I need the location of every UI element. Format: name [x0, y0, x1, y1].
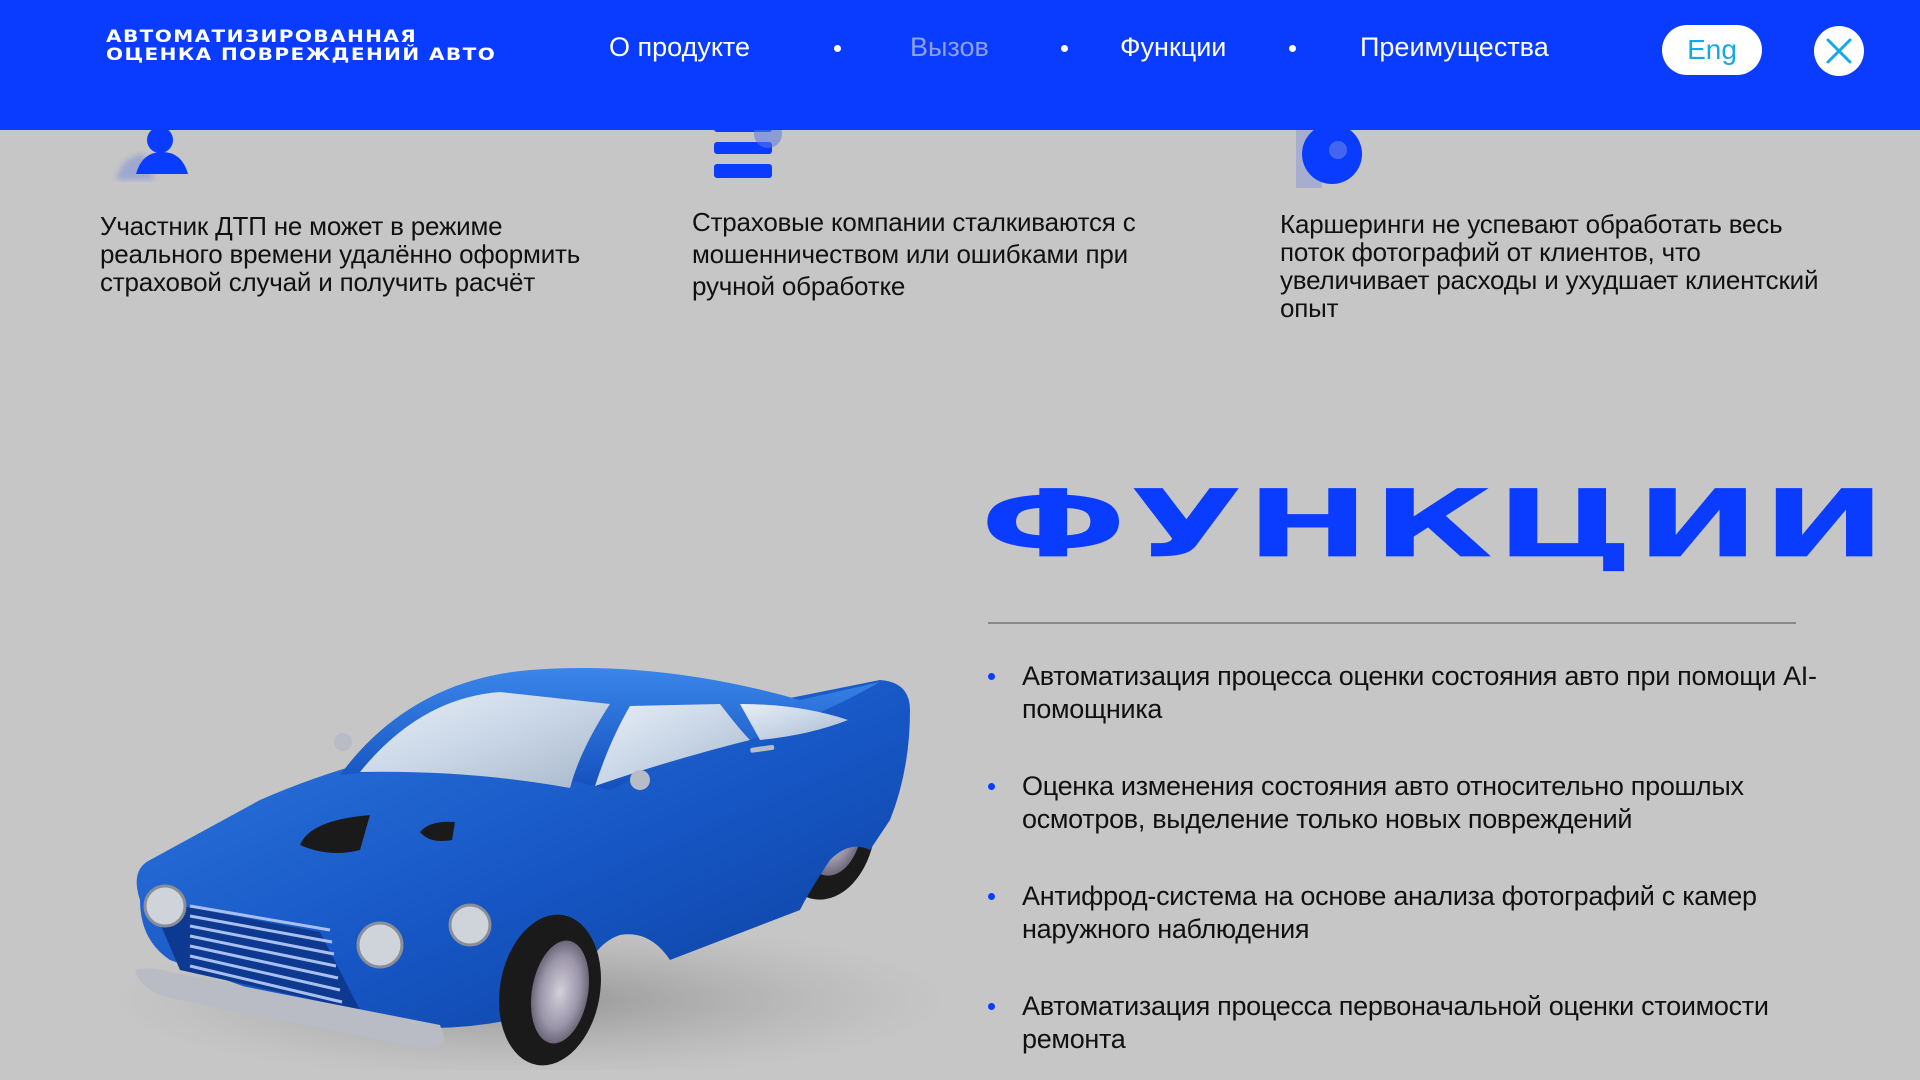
blue-car-illustration — [110, 668, 950, 1070]
bullet-icon — [988, 893, 995, 900]
nav-separator-dot — [1061, 45, 1068, 52]
list-item: Антифрод-система на основе анализа фотог… — [988, 880, 1848, 946]
list-item: Автоматизация процесса первоначальной оц… — [988, 990, 1848, 1056]
functions-heading: ФУНКЦИИ — [980, 469, 1889, 579]
function-text: Антифрод-система на основе анализа фотог… — [1022, 881, 1757, 944]
list-item: Оценка изменения состояния авто относите… — [988, 770, 1848, 836]
function-text: Автоматизация процесса оценки состояния … — [1022, 661, 1817, 724]
function-text: Оценка изменения состояния авто относите… — [1022, 771, 1744, 834]
brand-line-1: АВТОМАТИЗИРОВАННАЯ — [106, 27, 418, 47]
brand-line-2: ОЦЕНКА ПОВРЕЖДЕНИЙ АВТО — [106, 45, 497, 65]
bullet-icon — [988, 673, 995, 680]
challenge-text-insurance: Страховые компании сталкиваются с мошенн… — [692, 207, 1136, 301]
nav-item-about[interactable]: О продукте — [609, 32, 750, 63]
nav-item-functions[interactable]: Функции — [1120, 32, 1226, 63]
close-icon — [1826, 38, 1852, 64]
list-item: Автоматизация процесса оценки состояния … — [988, 660, 1848, 726]
functions-list: Автоматизация процесса оценки состояния … — [988, 660, 1848, 1056]
language-switch-button[interactable]: Eng — [1662, 25, 1762, 75]
bullet-icon — [988, 783, 995, 790]
brand-logo-text[interactable]: АВТОМАТИЗИРОВАННАЯ ОЦЕНКА ПОВРЕЖДЕНИЙ АВ… — [106, 28, 496, 64]
function-text: Автоматизация процесса первоначальной оц… — [1022, 991, 1769, 1054]
nav-item-advantages[interactable]: Преимущества — [1360, 32, 1549, 63]
section-divider — [988, 622, 1796, 624]
top-navigation-bar: АВТОМАТИЗИРОВАННАЯ ОЦЕНКА ПОВРЕЖДЕНИЙ АВ… — [0, 0, 1920, 130]
bullet-icon — [988, 1003, 995, 1010]
nav-separator-dot — [1289, 45, 1296, 52]
nav-item-challenge[interactable]: Вызов — [910, 32, 989, 63]
close-button[interactable] — [1814, 26, 1864, 76]
challenge-text-carsharing: Каршеринги не успевают обработать весь п… — [1280, 209, 1819, 323]
challenge-text-participant: Участник ДТП не может в режиме реального… — [100, 211, 581, 297]
nav-separator-dot — [834, 45, 841, 52]
